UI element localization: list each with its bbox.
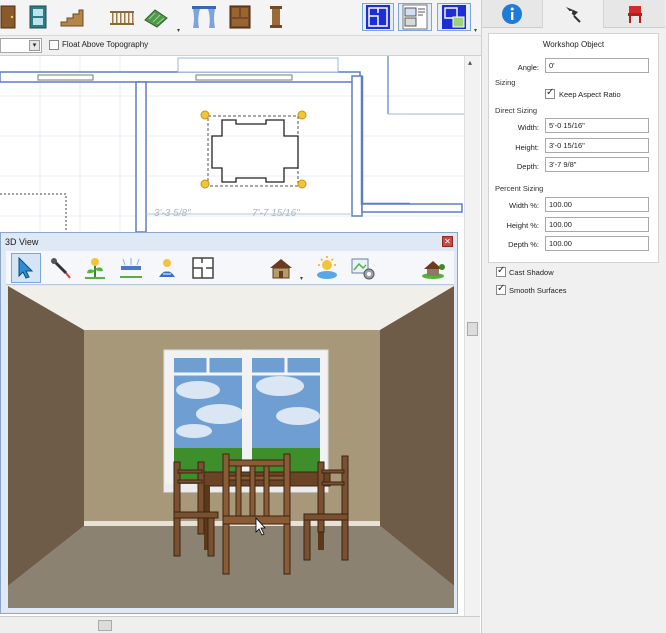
layer-combo[interactable]: ▾: [0, 38, 42, 53]
object-properties: Workshop Object Angle: 0' Sizing Keep As…: [488, 33, 659, 263]
vertical-scroll-thumb[interactable]: [467, 322, 478, 336]
light-icon[interactable]: [152, 253, 182, 283]
3d-render-viewport[interactable]: [8, 286, 454, 608]
options-bar: ▾ Float Above Topography: [0, 36, 482, 56]
pen-nib-icon: [566, 7, 581, 23]
railing-tool-icon[interactable]: [108, 3, 136, 31]
properties-panel: Workshop Object Angle: 0' Sizing Keep As…: [481, 0, 666, 633]
float-above-topography-label: Float Above Topography: [62, 40, 149, 49]
floor-plan-view-icon[interactable]: [362, 3, 394, 31]
column-tool-icon[interactable]: [262, 3, 290, 31]
keep-aspect-ratio-checkbox[interactable]: [545, 87, 555, 99]
width-label: Width:: [517, 123, 539, 132]
height-pct-label: Height %:: [506, 221, 539, 230]
plant-icon[interactable]: [80, 253, 110, 283]
smooth-surfaces-label: Smooth Surfaces: [509, 286, 567, 295]
direct-sizing-label: Direct Sizing: [495, 106, 538, 115]
depth-field[interactable]: 3'-7 9/8": [545, 157, 649, 172]
float-above-topography-checkbox[interactable]: [49, 40, 59, 50]
chevron-down-icon[interactable]: ▾: [29, 40, 40, 51]
window-tool-icon[interactable]: [24, 3, 52, 31]
cast-shadow-label: Cast Shadow: [509, 268, 554, 277]
angle-field[interactable]: 0': [545, 58, 649, 73]
sizing-section-label: Sizing: [495, 78, 516, 87]
horizontal-scrollbar[interactable]: [0, 616, 480, 633]
horizontal-scroll-thumb[interactable]: [98, 620, 112, 631]
render-settings-icon[interactable]: [348, 253, 378, 283]
sun-icon[interactable]: [312, 253, 342, 283]
width-pct-label: Width %:: [508, 201, 539, 210]
stairs-tool-icon[interactable]: [58, 3, 86, 31]
keep-aspect-ratio-label: Keep Aspect Ratio: [559, 90, 621, 99]
eyedropper-icon[interactable]: [46, 253, 76, 283]
scroll-up-icon[interactable]: ▴: [468, 58, 472, 67]
vertical-scrollbar[interactable]: ▴: [464, 56, 480, 616]
width-field[interactable]: 5'-0 15/16": [545, 118, 649, 133]
curtain-tool-icon[interactable]: [190, 3, 218, 31]
panel-tabs: [482, 0, 666, 28]
select-arrow-icon[interactable]: [11, 253, 41, 283]
sprinkler-icon[interactable]: [116, 253, 146, 283]
floor-plan-canvas[interactable]: 3'-3 5/8" 7'-7 15/16": [0, 56, 464, 236]
floor-plan-icon[interactable]: [188, 253, 218, 283]
door-tool-icon[interactable]: [0, 3, 20, 31]
main-toolbar: ▾ ▾: [0, 0, 482, 36]
3d-room-render: [8, 286, 454, 608]
info-tab[interactable]: [482, 0, 543, 28]
smooth-surfaces-checkbox[interactable]: [496, 283, 506, 295]
close-icon[interactable]: ✕: [442, 236, 453, 247]
furniture-tab[interactable]: [604, 0, 665, 28]
angle-label: Angle:: [517, 63, 539, 72]
depth-label: Depth:: [516, 162, 539, 171]
terrain-tool-icon[interactable]: [142, 3, 170, 31]
floor-plan-drawing: [0, 56, 464, 236]
view-dropdown-icon[interactable]: ▾: [474, 27, 477, 34]
depth-pct-field[interactable]: 100.00: [545, 236, 649, 251]
height-pct-field[interactable]: 100.00: [545, 217, 649, 232]
object-title: Workshop Object: [542, 40, 605, 49]
height-label: Height:: [515, 143, 539, 152]
3d-view-window: 3D View ✕ ▾: [0, 232, 458, 614]
cast-shadow-checkbox[interactable]: [496, 265, 506, 277]
percent-sizing-label: Percent Sizing: [495, 184, 544, 193]
3d-view-title: 3D View: [5, 237, 39, 247]
dimension-label-left: 3'-3 5/8": [154, 208, 191, 219]
3d-view-toolbar: ▾: [6, 251, 454, 285]
terrain-dropdown-icon[interactable]: ▾: [177, 27, 180, 34]
width-pct-field[interactable]: 100.00: [545, 197, 649, 212]
object-tab[interactable]: [543, 0, 604, 28]
house-icon[interactable]: [266, 253, 296, 283]
info-icon: [502, 3, 522, 24]
height-field[interactable]: 3'-0 15/16": [545, 138, 649, 153]
house-dropdown-icon[interactable]: ▾: [300, 275, 303, 282]
dimension-label-right: 7'-7 15/16": [252, 208, 300, 219]
depth-pct-label: Depth %:: [508, 240, 539, 249]
cabinet-tool-icon[interactable]: [226, 3, 254, 31]
exterior-view-icon[interactable]: [418, 253, 448, 283]
elevation-view-icon[interactable]: [437, 3, 471, 31]
chair-icon: [627, 5, 642, 23]
layout-view-icon[interactable]: [398, 3, 432, 31]
